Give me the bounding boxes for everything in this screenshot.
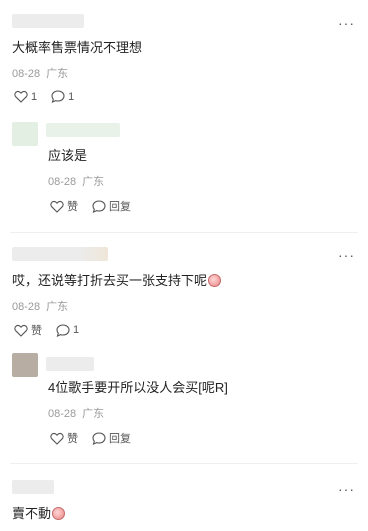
comment-meta: 08-28 广东 <box>12 67 68 81</box>
username-blurred[interactable] <box>12 480 54 494</box>
heart-icon <box>14 324 28 337</box>
like-button[interactable]: 赞 <box>14 322 42 338</box>
reply-actions: 赞 回复 <box>50 198 145 214</box>
heart-icon <box>14 91 28 103</box>
username-blurred[interactable] <box>12 247 108 261</box>
reply-text: 应该是 <box>48 148 88 163</box>
divider <box>10 232 358 233</box>
comment-bubble-icon <box>56 323 70 337</box>
username-blurred[interactable] <box>12 14 84 28</box>
reply-count: 1 <box>73 324 80 336</box>
username-blurred[interactable] <box>46 123 120 137</box>
reply-label: 回复 <box>109 433 131 445</box>
heart-icon <box>50 200 64 213</box>
comment-text: 賣不動 <box>12 506 66 522</box>
reply-actions: 赞 回复 <box>50 430 145 446</box>
pig-face-emoji-icon <box>208 274 222 287</box>
comment-text-content: 賣不動 <box>12 506 52 521</box>
comment-bubble-icon <box>92 199 106 213</box>
more-options-icon[interactable]: ··· <box>338 16 354 34</box>
like-label: 赞 <box>67 201 78 213</box>
reply-date: 08-28 <box>48 176 77 188</box>
reply-button[interactable]: 1 <box>56 323 80 337</box>
comment-date: 08-28 <box>12 68 41 80</box>
more-options-icon[interactable]: ··· <box>338 482 354 500</box>
comment-bubble-icon <box>92 431 106 445</box>
comment-location: 广东 <box>46 68 69 80</box>
reply-count: 1 <box>68 90 75 103</box>
comment-text: 哎，还说等打折去买一张支持下呢 <box>12 273 222 289</box>
like-button[interactable]: 赞 <box>50 430 78 446</box>
more-options-icon[interactable]: ··· <box>338 248 354 266</box>
reply-meta: 08-28 广东 <box>48 407 104 421</box>
like-button[interactable]: 赞 <box>50 198 78 214</box>
reply-label: 回复 <box>109 201 131 213</box>
reply-button[interactable]: 回复 <box>92 198 131 214</box>
pig-face-emoji-icon <box>52 507 66 520</box>
reply-location: 广东 <box>82 408 105 420</box>
heart-icon <box>50 432 64 445</box>
username-blurred[interactable] <box>46 357 94 371</box>
like-button[interactable]: 1 <box>14 90 37 103</box>
reply-location: 广东 <box>82 176 105 188</box>
comment-date: 08-28 <box>12 301 41 313</box>
comment-meta: 08-28 广东 <box>12 300 68 314</box>
comment-actions: 赞 1 <box>14 322 93 338</box>
comment-actions: 1 1 <box>14 90 88 103</box>
comment-text-content: 哎，还说等打折去买一张支持下呢 <box>12 273 208 288</box>
divider <box>10 463 358 464</box>
comment-location: 广东 <box>46 301 69 313</box>
like-label: 赞 <box>31 325 42 337</box>
reply-text: 4位歌手要开所以没人会买[呢R] <box>48 380 228 395</box>
reply-button[interactable]: 1 <box>51 90 74 103</box>
comment-text: 大概率售票情况不理想 <box>12 40 143 55</box>
reply-meta: 08-28 广东 <box>48 175 104 189</box>
avatar[interactable] <box>12 122 38 146</box>
avatar[interactable] <box>12 353 38 377</box>
reply-button[interactable]: 回复 <box>92 430 131 446</box>
reply-date: 08-28 <box>48 408 77 420</box>
comment-bubble-icon <box>51 90 65 103</box>
like-label: 赞 <box>67 433 78 445</box>
like-count: 1 <box>31 90 38 103</box>
